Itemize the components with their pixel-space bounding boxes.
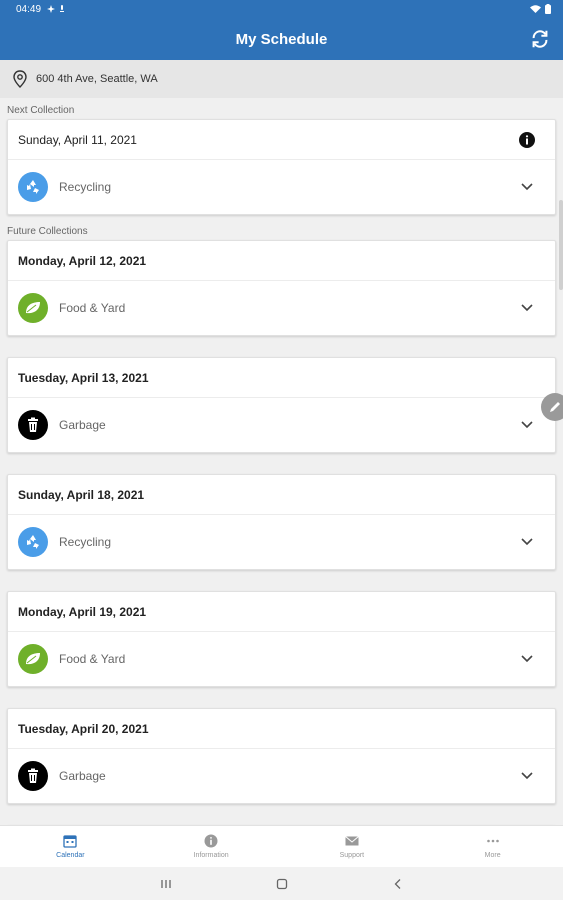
info-icon[interactable] <box>519 131 535 148</box>
status-bar: 04:49 <box>0 0 563 18</box>
collection-item-row[interactable]: Food & Yard <box>8 281 555 335</box>
recent-apps-icon <box>160 879 171 888</box>
calendar-icon <box>63 835 78 848</box>
back-button[interactable] <box>390 876 406 892</box>
schedule-list[interactable]: Next Collection Sunday, April 11, 2021 R… <box>0 98 563 825</box>
bottom-navigation: Calendar Information Support More <box>0 825 563 867</box>
collection-type: Garbage <box>59 769 106 783</box>
nav-label: More <box>484 852 501 859</box>
chevron-down-icon[interactable] <box>521 538 533 546</box>
card-header: Sunday, April 18, 2021 <box>8 475 555 515</box>
collection-card: Monday, April 12, 2021 Food & Yard <box>7 240 556 336</box>
collection-item-row[interactable]: Food & Yard <box>8 632 555 686</box>
collection-date: Monday, April 12, 2021 <box>18 253 147 268</box>
collection-date: Monday, April 19, 2021 <box>18 604 147 619</box>
collection-card: Tuesday, April 13, 2021 Garbage <box>7 357 556 453</box>
collection-item-row[interactable]: Garbage <box>8 749 555 803</box>
nav-calendar[interactable]: Calendar <box>0 826 141 867</box>
collection-date: Sunday, April 18, 2021 <box>18 487 145 502</box>
page-title: My Schedule <box>235 30 328 48</box>
location-pin-icon <box>13 70 27 88</box>
trash-icon <box>18 761 48 791</box>
home-icon <box>276 878 287 889</box>
collection-date: Tuesday, April 20, 2021 <box>18 721 149 736</box>
leaf-icon <box>18 293 48 323</box>
chevron-down-icon[interactable] <box>521 304 533 312</box>
collection-type: Recycling <box>59 180 112 194</box>
collection-type: Garbage <box>59 418 106 432</box>
battery-icon <box>545 4 551 14</box>
next-collection-label: Next Collection <box>7 105 75 116</box>
pencil-icon <box>550 402 560 412</box>
refresh-icon[interactable] <box>529 28 551 50</box>
nav-more[interactable]: More <box>422 826 563 867</box>
nav-label: Information <box>193 852 229 859</box>
address-text: 600 4th Ave, Seattle, WA <box>36 73 158 85</box>
collection-card: Monday, April 19, 2021 Food & Yard <box>7 591 556 687</box>
home-button[interactable] <box>274 876 290 892</box>
mic-icon <box>60 5 65 12</box>
chevron-down-icon[interactable] <box>521 655 533 663</box>
nav-label: Support <box>339 852 365 859</box>
next-collection-card: Sunday, April 11, 2021 Recycling <box>7 119 556 215</box>
mail-icon <box>345 836 359 846</box>
scroll-indicator[interactable] <box>559 200 563 290</box>
card-header: Tuesday, April 13, 2021 <box>8 358 555 398</box>
collection-card: Tuesday, April 20, 2021 Garbage <box>7 708 556 804</box>
collection-item-row[interactable]: Garbage <box>8 398 555 452</box>
recycle-icon <box>18 527 48 557</box>
trash-icon <box>18 410 48 440</box>
edit-button[interactable] <box>541 393 563 421</box>
recent-apps-button[interactable] <box>158 876 174 892</box>
notification-icon <box>47 5 56 13</box>
collection-type: Recycling <box>59 535 112 549</box>
collection-type: Food & Yard <box>59 301 126 315</box>
back-icon <box>394 878 400 889</box>
collection-item-row[interactable]: Recycling <box>8 160 555 214</box>
future-collections-label: Future Collections <box>7 226 88 237</box>
collection-type: Food & Yard <box>59 652 126 666</box>
card-header: Monday, April 12, 2021 <box>8 241 555 281</box>
info-icon <box>204 834 218 848</box>
card-header: Monday, April 19, 2021 <box>8 592 555 632</box>
system-navigation <box>0 867 563 900</box>
more-icon <box>486 839 499 843</box>
chevron-down-icon[interactable] <box>521 183 533 191</box>
card-header: Sunday, April 11, 2021 <box>8 120 555 160</box>
leaf-icon <box>18 644 48 674</box>
address-bar[interactable]: 600 4th Ave, Seattle, WA <box>0 60 563 98</box>
collection-card: Sunday, April 18, 2021 Recycling <box>7 474 556 570</box>
nav-label: Calendar <box>56 852 85 859</box>
collection-date: Tuesday, April 13, 2021 <box>18 370 149 385</box>
nav-support[interactable]: Support <box>282 826 423 867</box>
collection-date: Sunday, April 11, 2021 <box>18 132 137 147</box>
chevron-down-icon[interactable] <box>521 772 533 780</box>
nav-information[interactable]: Information <box>141 826 282 867</box>
chevron-down-icon[interactable] <box>521 421 533 429</box>
card-header: Tuesday, April 20, 2021 <box>8 709 555 749</box>
app-bar: My Schedule <box>0 18 563 60</box>
collection-item-row[interactable]: Recycling <box>8 515 555 569</box>
status-time: 04:49 <box>16 3 42 15</box>
wifi-icon <box>530 5 541 13</box>
recycle-icon <box>18 172 48 202</box>
